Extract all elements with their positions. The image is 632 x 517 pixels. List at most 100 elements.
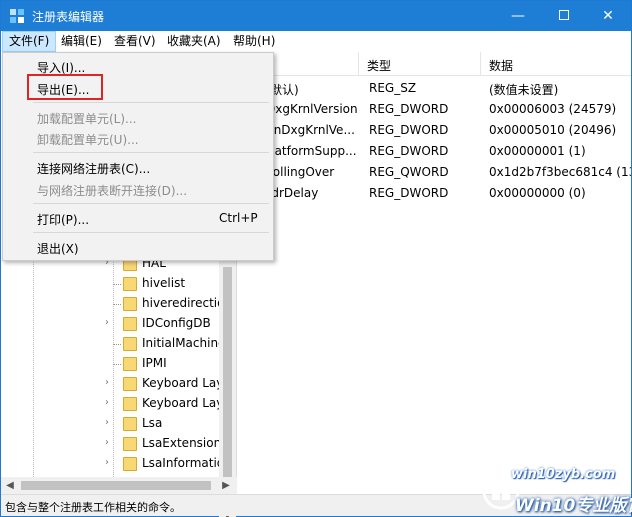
value-name: DxgKrnlVersion xyxy=(266,102,358,116)
title-bar[interactable]: 注册表编辑器 — ✕ xyxy=(1,1,631,31)
tree-item-label: hiveredirectio xyxy=(142,296,220,310)
value-row[interactable]: DxgKrnlVersion REG_DWORD 0x00006003 (245… xyxy=(238,99,631,120)
value-row[interactable]: 默认) REG_SZ (数值未设置) xyxy=(238,78,631,99)
maximize-button[interactable] xyxy=(541,1,587,31)
tree-item-hivelist[interactable]: hivelist xyxy=(1,274,221,294)
tree-item-lsa[interactable]: › Lsa xyxy=(1,414,221,434)
menu-item-connect-network-registry[interactable]: 连接网络注册表(C)... xyxy=(5,156,271,178)
value-row[interactable]: RollingOver REG_QWORD 0x1d2b7f3bec681c4 … xyxy=(238,162,631,183)
tree-item-lsaextension[interactable]: › LsaExtension xyxy=(1,434,221,454)
tree-horizontal-scrollbar[interactable]: ◀ ▶ xyxy=(1,477,237,494)
tree-item-label: InitialMachine xyxy=(142,336,220,350)
chevron-right-icon[interactable]: › xyxy=(105,437,115,449)
menu-edit[interactable]: 编辑(E) xyxy=(55,31,108,52)
watermark: win10zyb.com Win10专业版官网 xyxy=(475,463,632,517)
registry-editor-icon xyxy=(10,9,24,23)
value-type: REG_DWORD xyxy=(369,123,449,137)
value-data: 0x00005010 (20496) xyxy=(489,123,617,137)
menu-item-shortcut: Ctrl+P xyxy=(219,211,258,225)
column-header-data[interactable]: 数据 xyxy=(489,57,513,74)
menu-item-label: 加载配置单元(L)... xyxy=(37,112,137,126)
menu-item-label: 退出(X) xyxy=(37,242,79,256)
tree-item-ipmi[interactable]: IPMI xyxy=(1,354,221,374)
menu-item-label: 卸载配置单元(U)... xyxy=(37,133,139,147)
tree-item-label: hivelist xyxy=(142,276,186,290)
chevron-right-icon[interactable]: › xyxy=(105,317,115,329)
folder-icon xyxy=(123,417,137,431)
folder-icon xyxy=(123,437,137,451)
menu-bar: 文件(F) 编辑(E) 查看(V) 收藏夹(A) 帮助(H) xyxy=(1,31,631,52)
window-title: 注册表编辑器 xyxy=(32,10,105,24)
value-data: (数值未设置) xyxy=(489,83,559,97)
tree-item-lsainformation[interactable]: › LsaInformatio xyxy=(1,454,221,474)
minimize-icon: — xyxy=(511,8,525,24)
tree-item-initialmachine[interactable]: InitialMachine xyxy=(1,334,221,354)
value-type: REG_DWORD xyxy=(369,144,449,158)
minimize-button[interactable]: — xyxy=(495,1,541,31)
tree-connector xyxy=(113,304,121,305)
chevron-right-icon[interactable]: › xyxy=(105,397,115,409)
tree-connector xyxy=(113,284,121,285)
folder-icon xyxy=(123,277,137,291)
menu-separator xyxy=(33,203,269,204)
tree-item-label: IPMI xyxy=(142,356,167,370)
tree-item-label: LsaExtension xyxy=(142,436,220,450)
watermark-url: win10zyb.com xyxy=(511,467,616,482)
value-name: PlatformSupp... xyxy=(264,144,357,158)
menu-help[interactable]: 帮助(H) xyxy=(227,31,281,52)
registry-editor-window: 注册表编辑器 — ✕ 文件(F) 编辑(E) 查看(V) 收藏夹(A) 帮助(H… xyxy=(0,0,632,517)
menu-view[interactable]: 查看(V) xyxy=(108,31,162,52)
scroll-left-icon[interactable]: ◀ xyxy=(3,479,17,492)
value-data: 0x00000000 (0) xyxy=(489,186,586,200)
close-icon: ✕ xyxy=(602,8,614,24)
tree-item-idconfigdb[interactable]: › IDConfigDB xyxy=(1,314,221,334)
tree-item-keyboard-layout[interactable]: › Keyboard Lay xyxy=(1,374,221,394)
menu-favorites[interactable]: 收藏夹(A) xyxy=(161,31,227,52)
value-name: MinDxgKrnlVe... xyxy=(260,123,355,137)
scrollbar-thumb[interactable] xyxy=(21,481,211,490)
watermark-text: Win10专业版官网 xyxy=(515,496,632,516)
column-header-type[interactable]: 类型 xyxy=(367,57,391,74)
folder-icon xyxy=(123,337,137,351)
menu-item-print[interactable]: 打印(P)... Ctrl+P xyxy=(5,207,271,229)
list-header: 类型 数据 xyxy=(238,52,631,76)
menu-item-label: 打印(P)... xyxy=(37,213,90,227)
tree-connector xyxy=(113,344,121,345)
value-data: 0x1d2b7f3bec681c4 (131 xyxy=(489,165,631,179)
tree-item-label: Keyboard Lay xyxy=(142,396,220,410)
registry-values-pane[interactable]: 类型 数据 默认) REG_SZ (数值未设置) DxgKrnlVersion … xyxy=(238,52,631,494)
maximize-icon xyxy=(559,10,569,20)
folder-icon xyxy=(123,377,137,391)
value-type: REG_SZ xyxy=(369,81,417,95)
value-data: 0x00000001 (1) xyxy=(489,144,586,158)
value-row[interactable]: MinDxgKrnlVe... REG_DWORD 0x00005010 (20… xyxy=(238,120,631,141)
menu-file[interactable]: 文件(F) xyxy=(2,31,57,52)
value-type: REG_DWORD xyxy=(369,186,449,200)
scrollbar-thumb[interactable] xyxy=(223,267,232,487)
chevron-right-icon[interactable]: › xyxy=(105,457,115,469)
menu-separator xyxy=(33,152,269,153)
export-highlight-box xyxy=(27,74,103,100)
folder-icon xyxy=(123,357,137,371)
tree-item-label: Lsa xyxy=(142,416,163,430)
menu-item-exit[interactable]: 退出(X) xyxy=(5,236,271,258)
tree-item-hiveredirection[interactable]: hiveredirectio xyxy=(1,294,221,314)
menu-item-label: 连接网络注册表(C)... xyxy=(37,162,151,176)
close-button[interactable]: ✕ xyxy=(585,1,631,31)
chevron-right-icon[interactable]: › xyxy=(105,377,115,389)
value-row[interactable]: TdrDelay REG_DWORD 0x00000000 (0) xyxy=(238,183,631,204)
folder-icon xyxy=(123,457,137,471)
value-name: RollingOver xyxy=(265,165,335,179)
menu-item-disconnect-network-registry: 与网络注册表断开连接(D)... xyxy=(5,178,271,200)
tree-item-label: LsaInformatio xyxy=(142,456,220,470)
value-name: 默认) xyxy=(270,83,299,97)
menu-item-label: 与网络注册表断开连接(D)... xyxy=(37,184,188,198)
column-separator[interactable] xyxy=(358,52,359,76)
tree-item-keyboard-layouts[interactable]: › Keyboard Lay xyxy=(1,394,221,414)
tree-connector xyxy=(113,364,121,365)
scroll-right-icon[interactable]: ▶ xyxy=(219,479,233,492)
value-row[interactable]: PlatformSupp... REG_DWORD 0x00000001 (1) xyxy=(238,141,631,162)
chevron-right-icon[interactable]: › xyxy=(105,417,115,429)
folder-icon xyxy=(123,297,137,311)
column-separator[interactable] xyxy=(480,52,481,76)
